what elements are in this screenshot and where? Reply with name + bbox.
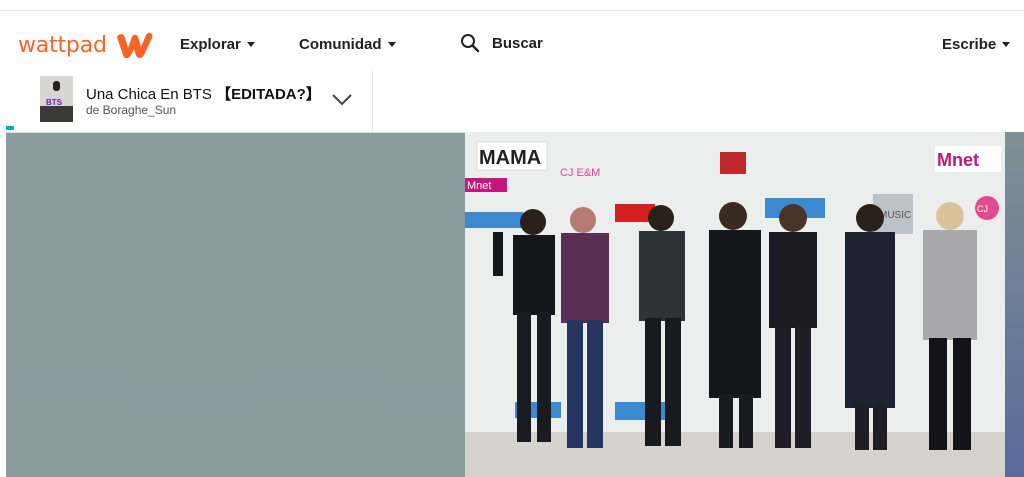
chevron-down-icon [246,42,255,47]
cover-figure [53,81,60,91]
story-cover[interactable]: BTS [40,76,73,122]
search-label: Buscar [492,34,543,52]
nav-write[interactable]: Escribe [942,36,1011,53]
nav-write-label: Escribe [942,36,997,53]
side-image-edge [1005,132,1024,477]
group-photo: MAMA Mnet CJ E&M Mnet MUSIC CJ [465,132,1005,477]
reading-progress-bar [6,126,14,130]
cover-group [40,106,73,122]
search-icon [461,34,480,53]
wall-logo: Mnet [937,150,979,170]
wattpad-logo[interactable]: wattpad [18,31,155,59]
divider [372,70,373,132]
story-toolbar: BTS Una Chica En BTS 【EDITADA?】 de Borag… [0,70,1024,132]
chevron-down-icon [387,42,396,47]
nav-explore[interactable]: Explorar [180,36,255,53]
story-author[interactable]: de Boraghe_Sun [86,103,176,117]
nav-community-label: Comunidad [299,36,382,53]
search-button[interactable]: Buscar [460,33,543,53]
wall-logo: MAMA [479,147,541,169]
chevron-down-icon [1002,42,1011,47]
story-title-main: Una Chica En BTS [86,86,212,103]
wall-logo: CJ E&M [560,167,600,179]
photo-scene: MAMA Mnet CJ E&M Mnet MUSIC CJ [465,132,1005,477]
wall-logo: CJ [977,204,988,214]
logo-text: wattpad [18,32,107,58]
top-navbar: wattpad Explorar Comunidad Buscar Escrib… [0,10,1024,70]
story-title-suffix: 【EDITADA?】 [216,86,321,103]
wattpad-w-icon [116,32,153,58]
chevron-down-icon[interactable] [331,93,353,107]
story-title[interactable]: Una Chica En BTS 【EDITADA?】 [86,83,321,104]
nav-explore-label: Explorar [180,36,241,53]
nav-community[interactable]: Comunidad [299,36,396,53]
wall-logo: Mnet [467,180,491,192]
